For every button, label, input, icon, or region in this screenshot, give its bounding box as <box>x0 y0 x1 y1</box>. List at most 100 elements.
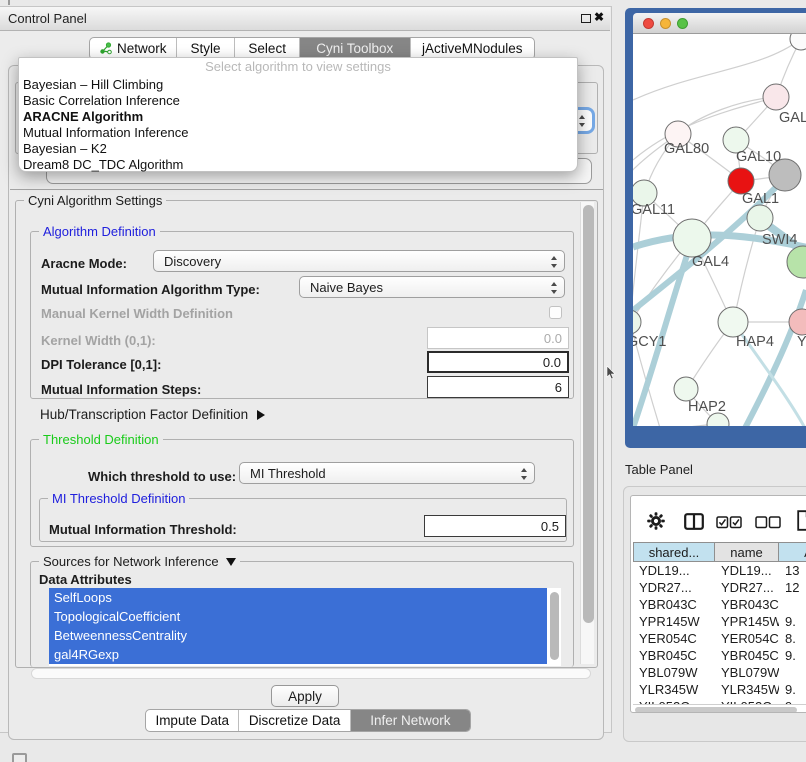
tab-style[interactable]: Style <box>177 38 236 59</box>
node-hap2[interactable] <box>674 377 698 401</box>
manual-kernel-width-checkbox[interactable] <box>549 306 562 319</box>
node[interactable] <box>790 34 806 50</box>
which-threshold-value: MI Threshold <box>250 466 326 481</box>
which-threshold-select[interactable]: MI Threshold <box>239 462 535 484</box>
table-cell[interactable]: YER054C <box>715 631 779 646</box>
table-cell[interactable]: YBR043C <box>715 597 779 612</box>
aracne-mode-select[interactable]: Discovery <box>153 250 565 272</box>
table-cell[interactable]: YLR345W <box>715 682 779 697</box>
expand-right-icon <box>257 410 265 420</box>
column-header[interactable]: A <box>779 542 806 562</box>
dropdown-item[interactable]: Bayesian – Hill Climbing <box>19 77 577 93</box>
list-item[interactable]: SelfLoops <box>49 588 547 607</box>
dropdown-item-selected[interactable]: ARACNE Algorithm <box>19 109 577 125</box>
table-row[interactable]: YPR145W YPR145W 9. <box>633 613 806 630</box>
list-item[interactable]: gal4RGexp <box>49 645 547 664</box>
mi-algorithm-type-select[interactable]: Naive Bayes <box>299 276 565 298</box>
table-row[interactable]: YDR27... YDR27... 12 <box>633 579 806 596</box>
list-item[interactable]: BetweennessCentrality <box>49 626 547 645</box>
table-cell[interactable]: 12 <box>779 580 806 595</box>
network-window-titlebar[interactable] <box>633 13 806 34</box>
dpi-tolerance-input[interactable]: 0.0 <box>427 351 569 373</box>
mi-threshold-definition-group: MI Threshold Definition Mutual Informati… <box>39 498 567 542</box>
mi-threshold-label: Mutual Information Threshold: <box>49 522 237 537</box>
settings-scrollbar-thumb[interactable] <box>583 205 594 623</box>
table-header-row: shared... name A <box>633 542 806 562</box>
node-hap4[interactable] <box>718 307 748 337</box>
table-row[interactable]: YBL079W YBL079W <box>633 664 806 681</box>
split-table-button[interactable] <box>684 513 704 533</box>
settings-scrollbar-track[interactable] <box>580 202 594 664</box>
close-icon[interactable]: ✖ <box>594 10 604 24</box>
table-cell[interactable]: 9. <box>779 614 806 629</box>
table-row[interactable]: YLR345W YLR345W 9. <box>633 681 806 698</box>
table-cell[interactable]: YPR145W <box>715 614 779 629</box>
minimized-panel-icon[interactable] <box>12 753 27 762</box>
table-row[interactable]: YER054C YER054C 8. <box>633 630 806 647</box>
tab-infer-network-label: Infer Network <box>370 713 450 728</box>
table-settings-button[interactable] <box>647 512 665 533</box>
table-row[interactable]: YBR045C YBR045C 9. <box>633 647 806 664</box>
table-row[interactable]: YBR043C YBR043C <box>633 596 806 613</box>
dropdown-item[interactable]: Basic Correlation Inference <box>19 93 577 109</box>
table-cell[interactable]: YDR27... <box>633 580 715 595</box>
network-node-labels: GAL GAL80 GAL10 GAL1 GAL11 SWI4 GAL4 GCY… <box>633 110 806 415</box>
table-cell[interactable]: YBR045C <box>633 648 715 663</box>
table-cell[interactable]: YLR345W <box>633 682 715 697</box>
node-label: GAL11 <box>633 202 675 218</box>
table-cell[interactable]: YBL079W <box>633 665 715 680</box>
table-hscrollbar-track[interactable] <box>633 704 806 713</box>
export-table-button[interactable] <box>797 510 806 534</box>
table-cell[interactable]: 9. <box>779 648 806 663</box>
minimize-traffic-light-icon[interactable] <box>660 18 671 29</box>
dropdown-item[interactable]: Mutual Information Inference <box>19 125 577 141</box>
table-cell[interactable]: YDL19... <box>633 563 715 578</box>
table-cell[interactable]: YER054C <box>633 631 715 646</box>
node-gal4[interactable] <box>673 219 711 257</box>
table-hscrollbar-thumb[interactable] <box>635 707 797 713</box>
tab-cyni-toolbox[interactable]: Cyni Toolbox <box>300 38 411 59</box>
apply-button[interactable]: Apply <box>271 685 339 707</box>
dropdown-item[interactable]: Dream8 DC_TDC Algorithm <box>19 157 577 173</box>
table-cell[interactable]: 13 <box>779 563 806 578</box>
node-swi4[interactable] <box>747 205 773 231</box>
tab-network[interactable]: Network <box>90 38 177 59</box>
table-cell[interactable]: YDL19... <box>715 563 779 578</box>
mi-steps-input[interactable]: 6 <box>427 376 569 398</box>
mi-steps-value: 6 <box>555 380 562 395</box>
table-cell[interactable]: YDR27... <box>715 580 779 595</box>
table-cell[interactable]: YBR043C <box>633 597 715 612</box>
column-header[interactable]: shared... <box>633 542 715 562</box>
hub-definition-expander[interactable]: Hub/Transcription Factor Definition <box>40 407 265 422</box>
select-all-columns-button[interactable] <box>716 516 742 532</box>
table-cell[interactable]: YPR145W <box>633 614 715 629</box>
node-gcy1[interactable] <box>633 310 641 334</box>
tab-select[interactable]: Select <box>235 38 300 59</box>
zoom-traffic-light-icon[interactable] <box>677 18 688 29</box>
control-panel-titlebar[interactable]: Control Panel ✖ <box>0 7 610 31</box>
table-cell[interactable]: 9. <box>779 682 806 697</box>
node[interactable] <box>787 246 806 278</box>
table-cell[interactable]: YBR045C <box>715 648 779 663</box>
table-cell[interactable]: 8. <box>779 631 806 646</box>
node[interactable] <box>763 84 789 110</box>
column-header[interactable]: name <box>715 542 779 562</box>
node-label: GAL4 <box>692 254 729 270</box>
kernel-width-input[interactable]: 0.0 <box>427 327 569 349</box>
tab-discretize-data[interactable]: Discretize Data <box>239 710 350 731</box>
table-row[interactable]: YDL19... YDL19... 13 <box>633 562 806 579</box>
deselect-all-columns-button[interactable] <box>755 516 781 532</box>
table-cell[interactable]: YBL079W <box>715 665 779 680</box>
dropdown-item[interactable]: Bayesian – K2 <box>19 141 577 157</box>
tab-jactivemnodules[interactable]: jActiveMNodules <box>411 38 534 59</box>
tab-infer-network[interactable]: Infer Network <box>351 710 470 731</box>
close-traffic-light-icon[interactable] <box>643 18 654 29</box>
network-canvas[interactable]: GAL GAL80 GAL10 GAL1 GAL11 SWI4 GAL4 GCY… <box>633 34 806 426</box>
mi-threshold-input[interactable]: 0.5 <box>424 515 566 537</box>
list-item[interactable]: TopologicalCoefficient <box>49 607 547 626</box>
float-window-icon[interactable] <box>581 14 591 23</box>
tab-impute-data[interactable]: Impute Data <box>146 710 239 731</box>
list-scrollbar-thumb[interactable] <box>550 592 559 660</box>
settings-hscrollbar-track[interactable] <box>31 668 591 679</box>
sources-title[interactable]: Sources for Network Inference <box>39 554 240 569</box>
